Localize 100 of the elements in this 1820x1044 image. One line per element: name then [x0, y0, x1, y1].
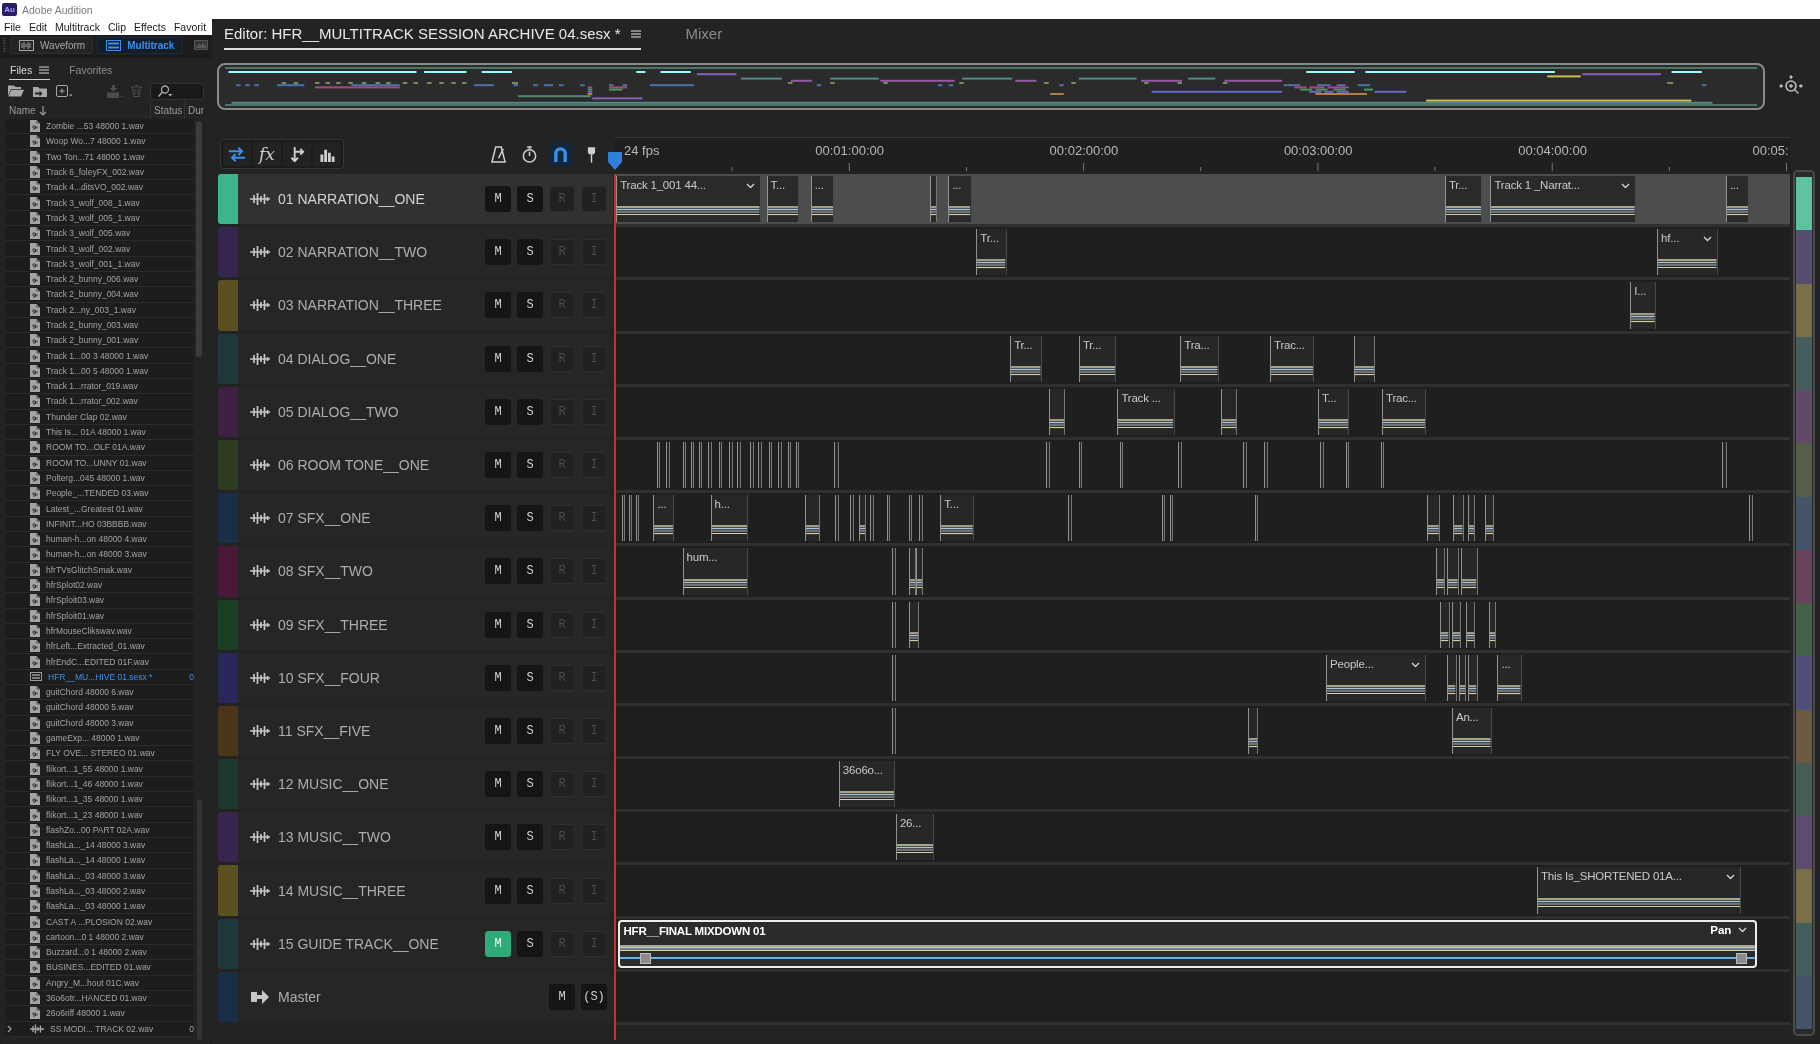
audio-clip[interactable]: [892, 707, 896, 755]
audio-clip[interactable]: [1221, 388, 1238, 435]
asset-row[interactable]: People_...TENDED 03.wav: [5, 486, 194, 502]
mute-button[interactable]: M: [485, 239, 511, 266]
asset-row[interactable]: guitChord 48000 5.wav: [5, 700, 194, 716]
audio-clip[interactable]: Track 1 _Narrat...: [1490, 176, 1637, 223]
eq-button[interactable]: [313, 142, 341, 166]
audio-clip[interactable]: T...: [1317, 388, 1350, 435]
audio-clip[interactable]: [870, 495, 874, 542]
import-button[interactable]: [32, 84, 48, 98]
audio-clip[interactable]: ...: [653, 495, 675, 542]
column-header[interactable]: Name: [5, 102, 150, 119]
asset-row[interactable]: hfrSploit01.wav: [5, 608, 194, 624]
asset-row[interactable]: flikort...1_55 48000 1.wav: [5, 761, 194, 777]
audio-clip[interactable]: Trac...: [1382, 388, 1427, 435]
asset-row[interactable]: Track 6_foleyFX_002.wav: [5, 164, 194, 181]
audio-clip[interactable]: [919, 495, 923, 542]
audio-clip[interactable]: [1078, 441, 1083, 489]
asset-row[interactable]: 36o6otr...HANCED 01.wav: [5, 990, 194, 1007]
asset-row[interactable]: ROOM TO...OLF 01A.wav: [5, 440, 194, 456]
track-lane[interactable]: hum...: [615, 546, 1790, 600]
audio-clip[interactable]: Tr...: [976, 229, 1007, 276]
audio-clip[interactable]: [656, 441, 661, 489]
audio-clip[interactable]: [805, 495, 821, 542]
solo-button[interactable]: S: [517, 717, 543, 744]
audio-clip[interactable]: An...: [1451, 707, 1492, 755]
asset-row[interactable]: This Is... 01A 48000 1.wav: [5, 424, 194, 441]
asset-row[interactable]: Track 3_wolf_005_1.wav: [5, 210, 194, 227]
asset-row[interactable]: Track 2_bunny_006.wav: [5, 271, 194, 288]
audio-clip[interactable]: [915, 548, 923, 595]
mute-button[interactable]: M: [485, 824, 511, 851]
audio-clip[interactable]: [1468, 654, 1478, 701]
menu-item[interactable]: Clip: [107, 21, 127, 33]
asset-row[interactable]: flashLa..._03 48000 2.wav: [5, 883, 194, 900]
audio-clip[interactable]: [1161, 495, 1166, 542]
audio-clip[interactable]: [737, 441, 741, 489]
track-lane[interactable]: Tr... hf...: [615, 227, 1790, 281]
audio-clip[interactable]: [1320, 441, 1324, 489]
menu-item[interactable]: Multitrack: [55, 21, 100, 33]
asset-row[interactable]: hfrEndC...EDITED 01F.wav: [5, 654, 194, 670]
asset-row[interactable]: Track 2_bunny_003.wav: [5, 317, 194, 334]
asset-row[interactable]: BUSINES...EDITED 01.wav: [5, 960, 194, 976]
audio-clip[interactable]: [892, 654, 896, 701]
asset-row[interactable]: flikort...1_23 48000 1.wav: [5, 807, 194, 823]
mute-button[interactable]: M: [485, 452, 511, 479]
audio-clip[interactable]: [778, 441, 782, 489]
asset-row[interactable]: Track 2_bunny_001.wav: [5, 333, 194, 349]
audio-clip[interactable]: [768, 441, 773, 489]
keyframe-handle[interactable]: [640, 952, 652, 964]
solo-button[interactable]: S: [517, 664, 543, 691]
menu-item[interactable]: Edit: [28, 21, 47, 33]
audio-clip[interactable]: [1453, 495, 1464, 542]
track-lane[interactable]: [615, 971, 1790, 1025]
audio-clip[interactable]: [1427, 495, 1441, 542]
audio-clip[interactable]: [1178, 441, 1182, 489]
asset-row[interactable]: 26o6riff 48000 1.wav: [5, 1006, 194, 1022]
asset-row[interactable]: Track 3_wolf_001_1.wav: [5, 256, 194, 272]
editor-tab[interactable]: Mixer: [685, 25, 723, 50]
audio-clip[interactable]: [892, 548, 896, 595]
audio-clip[interactable]: [908, 495, 913, 542]
asset-row[interactable]: flashLa..._03 48000 1.wav: [5, 899, 194, 915]
audio-clip[interactable]: [1489, 601, 1497, 648]
track-lane[interactable]: This Is_SHORTENED 01A...: [615, 865, 1790, 919]
track-lane[interactable]: [615, 599, 1790, 653]
audio-clip[interactable]: [1458, 654, 1466, 701]
audio-clip[interactable]: [850, 495, 854, 542]
menu-item[interactable]: File: [4, 21, 21, 33]
audio-clip[interactable]: [892, 601, 896, 648]
mute-button[interactable]: M: [485, 186, 511, 213]
mute-button[interactable]: M: [485, 558, 511, 585]
mute-button[interactable]: M: [549, 983, 575, 1010]
audio-clip[interactable]: [1468, 495, 1476, 542]
audio-clip[interactable]: [629, 495, 633, 542]
playhead-handle[interactable]: [608, 152, 622, 170]
audio-clip[interactable]: [718, 441, 723, 489]
chevron-right-icon[interactable]: [7, 1024, 12, 1033]
asset-row[interactable]: ROOM TO...UNNY 01.wav: [5, 455, 194, 471]
audio-clip[interactable]: T...: [940, 495, 974, 542]
mute-button[interactable]: M: [485, 398, 511, 425]
asset-row[interactable]: hfrMouseClikswav.wav: [5, 623, 194, 640]
audio-clip[interactable]: [1254, 495, 1259, 542]
asset-row[interactable]: Latest_...Greatest 01.wav: [5, 501, 194, 517]
audio-clip[interactable]: [1068, 495, 1072, 542]
asset-row[interactable]: Track 2...ny_003_1.wav: [5, 302, 194, 318]
audio-clip[interactable]: [1465, 601, 1476, 648]
asset-row[interactable]: guitChord 48000 6.wav: [5, 685, 194, 701]
asset-row[interactable]: Track 1...00 3 48000 1.wav: [5, 348, 194, 364]
solo-button[interactable]: S: [517, 398, 543, 425]
audio-clip[interactable]: [787, 441, 791, 489]
audio-clip[interactable]: [682, 441, 687, 489]
track-lane[interactable]: Track 1_001 44... T... ... ... Tr... Track 1 _Narrat... ...: [615, 174, 1790, 228]
solo-button[interactable]: S: [517, 930, 543, 957]
audio-clip[interactable]: [1243, 441, 1247, 489]
asset-row[interactable]: flashLa..._03 48000 3.wav: [5, 868, 194, 884]
snap-button[interactable]: [549, 142, 571, 166]
asset-row[interactable]: Thunder Clap 02.wav: [5, 409, 194, 425]
solo-button[interactable]: S: [517, 877, 543, 904]
track-lane[interactable]: Tr... Tr... Tra... Trac...: [615, 333, 1790, 387]
track-navigator[interactable]: [1793, 170, 1815, 1036]
audio-clip[interactable]: [795, 441, 800, 489]
